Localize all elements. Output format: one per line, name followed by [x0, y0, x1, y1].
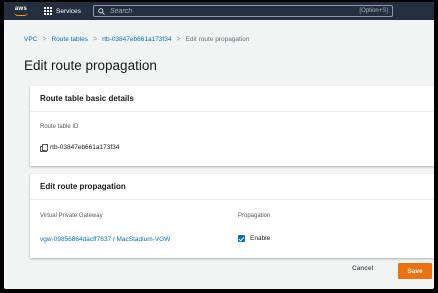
- search-input[interactable]: [104, 6, 360, 16]
- route-table-id-label: Route table ID: [40, 124, 79, 130]
- cancel-button[interactable]: Cancel: [352, 265, 373, 272]
- breadcrumb-route-tables[interactable]: Route tables: [51, 36, 88, 43]
- column-header-vgw: Virtual Private Gateway: [40, 213, 103, 219]
- search-shortcut-hint: [Option+S]: [359, 8, 388, 14]
- enable-propagation-checkbox[interactable]: Enable: [238, 235, 270, 242]
- chevron-right-icon: >: [92, 36, 98, 43]
- checkbox-checked-icon[interactable]: [238, 235, 245, 242]
- route-table-details-panel: Route table basic details Route table ID…: [30, 86, 434, 166]
- panel-header: Edit route propagation: [30, 174, 434, 200]
- breadcrumb: VPC > Route tables > rtb-03847eb661a173f…: [24, 36, 250, 43]
- aws-logo[interactable]: aws: [8, 2, 34, 20]
- save-button[interactable]: Save: [398, 263, 432, 279]
- page-title: Edit route propagation: [24, 58, 157, 73]
- aws-smile-icon: [14, 12, 28, 16]
- services-label: Services: [56, 7, 81, 15]
- enable-label: Enable: [250, 235, 271, 242]
- column-header-propagation: Propagation: [238, 213, 271, 219]
- copy-icon[interactable]: [40, 144, 48, 152]
- vgw-link[interactable]: vgw-09856864dacff7837 / MacStadium-VGW: [40, 236, 170, 243]
- edit-route-propagation-panel: Edit route propagation Virtual Private G…: [30, 174, 434, 258]
- grid-icon: [44, 7, 52, 15]
- chevron-right-icon: >: [176, 36, 181, 43]
- search-bar[interactable]: [Option+S]: [92, 5, 393, 17]
- breadcrumb-route-table-id[interactable]: rtb-03847eb661a173f34: [102, 36, 171, 43]
- panel-header: Route table basic details: [30, 86, 434, 112]
- route-table-id-value: rtb-03847eb661a173f34: [40, 144, 120, 152]
- console-window: aws Services [Option+S] VPC > Route tabl…: [4, 2, 434, 289]
- top-navigation-bar: aws Services [Option+S]: [4, 2, 434, 20]
- chevron-right-icon: >: [42, 36, 47, 43]
- route-table-id-text: rtb-03847eb661a173f34: [50, 144, 120, 151]
- breadcrumb-vpc[interactable]: VPC: [24, 36, 37, 43]
- search-icon: [98, 7, 105, 15]
- services-menu-button[interactable]: Services: [44, 7, 81, 15]
- breadcrumb-current: Edit route propagation: [185, 36, 250, 43]
